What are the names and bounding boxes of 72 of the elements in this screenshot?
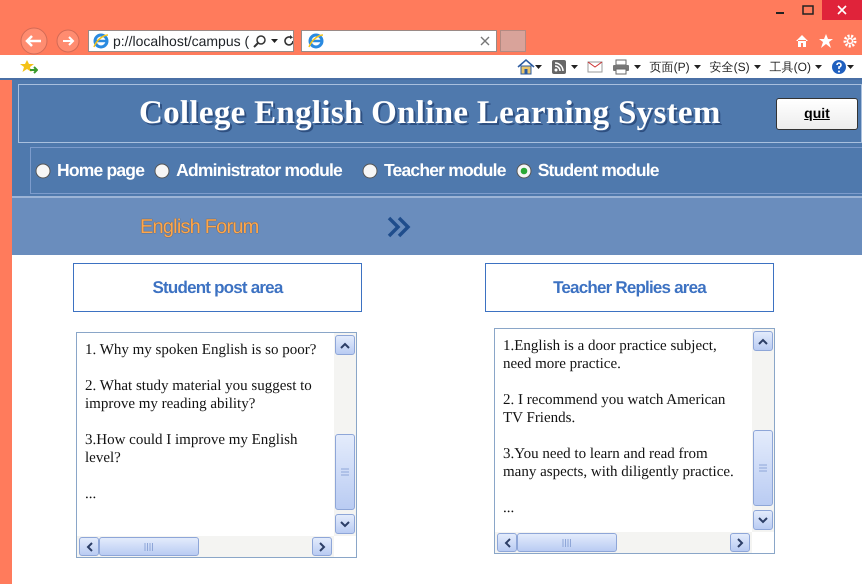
address-text: p://localhost/campus ( — [113, 32, 250, 51]
vertical-scrollbar[interactable] — [334, 333, 356, 536]
scroll-right-button[interactable] — [730, 533, 750, 552]
scroll-down-button[interactable] — [753, 510, 773, 530]
caret-icon[interactable] — [570, 64, 578, 68]
radio-icon[interactable] — [516, 162, 532, 178]
caret-icon[interactable] — [847, 64, 854, 68]
module-radio[interactable]: Home page — [35, 157, 144, 184]
post-text: 3.You need to learn and read from many aspects, with diligently practice. — [503, 445, 735, 481]
caret-icon[interactable] — [634, 64, 641, 68]
caret-icon[interactable] — [271, 39, 278, 43]
scroll-up-button[interactable] — [335, 335, 355, 355]
post-text: 1.English is a door practice subject, need more practice. — [503, 337, 718, 373]
refresh-icon[interactable] — [282, 34, 293, 48]
caret-icon[interactable] — [534, 64, 542, 68]
help-icon[interactable] — [831, 58, 847, 74]
print-icon[interactable] — [612, 58, 630, 74]
scroll-right-button[interactable] — [312, 537, 332, 556]
site-title: College English Online Learning System — [139, 94, 721, 133]
scroll-up-button[interactable] — [753, 331, 773, 351]
radio-icon[interactable] — [154, 162, 170, 178]
star-icon[interactable] — [818, 33, 834, 49]
home-icon[interactable] — [516, 58, 535, 74]
feed-icon[interactable] — [550, 58, 567, 74]
ie-icon — [308, 33, 324, 49]
scroll-thumb[interactable] — [99, 537, 199, 556]
scroll-thumb[interactable] — [335, 434, 355, 510]
post-text: ... — [85, 485, 98, 503]
radio-icon[interactable] — [35, 162, 51, 178]
module-radio[interactable]: Student module — [516, 157, 659, 184]
caret-icon — [694, 64, 701, 68]
menu-button[interactable]: 工具(O) — [770, 58, 822, 76]
menu-button[interactable]: 安全(S) — [710, 58, 761, 76]
panel-title: Teacher Replies area — [485, 263, 774, 312]
post-text: 2. I recommend you watch American TV Friends. — [503, 391, 726, 427]
close-tab-icon[interactable] — [480, 36, 490, 46]
close-icon[interactable] — [837, 5, 847, 15]
forum-title: English Forum — [140, 214, 260, 240]
caret-icon — [815, 64, 822, 68]
scroll-down-button[interactable] — [335, 514, 355, 534]
scroll-thumb[interactable] — [753, 430, 773, 506]
scroll-left-button[interactable] — [79, 537, 99, 556]
forward-icon[interactable] — [55, 28, 81, 54]
quit-button[interactable]: quit — [776, 98, 858, 130]
grip-icon — [341, 468, 349, 476]
scroll-thumb[interactable] — [517, 533, 617, 552]
post-text: 2. What study material you suggest to improve my reading ability? — [85, 377, 313, 413]
grip-icon — [562, 538, 572, 546]
post-text: 1. Why my spoken English is so poor? — [85, 341, 318, 359]
maximize-icon[interactable] — [802, 5, 814, 15]
search-icon[interactable] — [253, 34, 268, 48]
panel-title: Student post area — [73, 263, 362, 312]
post-text: 3.How could I improve my English level? — [85, 431, 298, 467]
module-radio[interactable]: Administrator module — [154, 157, 342, 184]
post-text: ... — [503, 499, 516, 517]
radio-icon[interactable] — [362, 162, 378, 178]
address-bar[interactable]: p://localhost/campus ( — [88, 30, 294, 52]
menu-button[interactable]: 页面(P) — [650, 58, 701, 76]
mail-icon[interactable] — [586, 60, 603, 74]
settings-icon[interactable] — [842, 33, 858, 49]
scroll-left-button[interactable] — [497, 533, 517, 552]
grip-icon — [759, 464, 767, 472]
caret-icon — [754, 64, 761, 68]
horizontal-scrollbar[interactable] — [495, 532, 752, 553]
module-radio[interactable]: Teacher module — [362, 157, 506, 184]
horizontal-scrollbar[interactable] — [77, 536, 334, 557]
vertical-scrollbar[interactable] — [752, 329, 774, 532]
ie-icon — [93, 33, 109, 49]
browser-tab[interactable] — [301, 30, 497, 52]
double-chevron-icon — [386, 214, 412, 238]
grip-icon — [144, 542, 154, 550]
favorites-icon[interactable] — [20, 58, 38, 74]
